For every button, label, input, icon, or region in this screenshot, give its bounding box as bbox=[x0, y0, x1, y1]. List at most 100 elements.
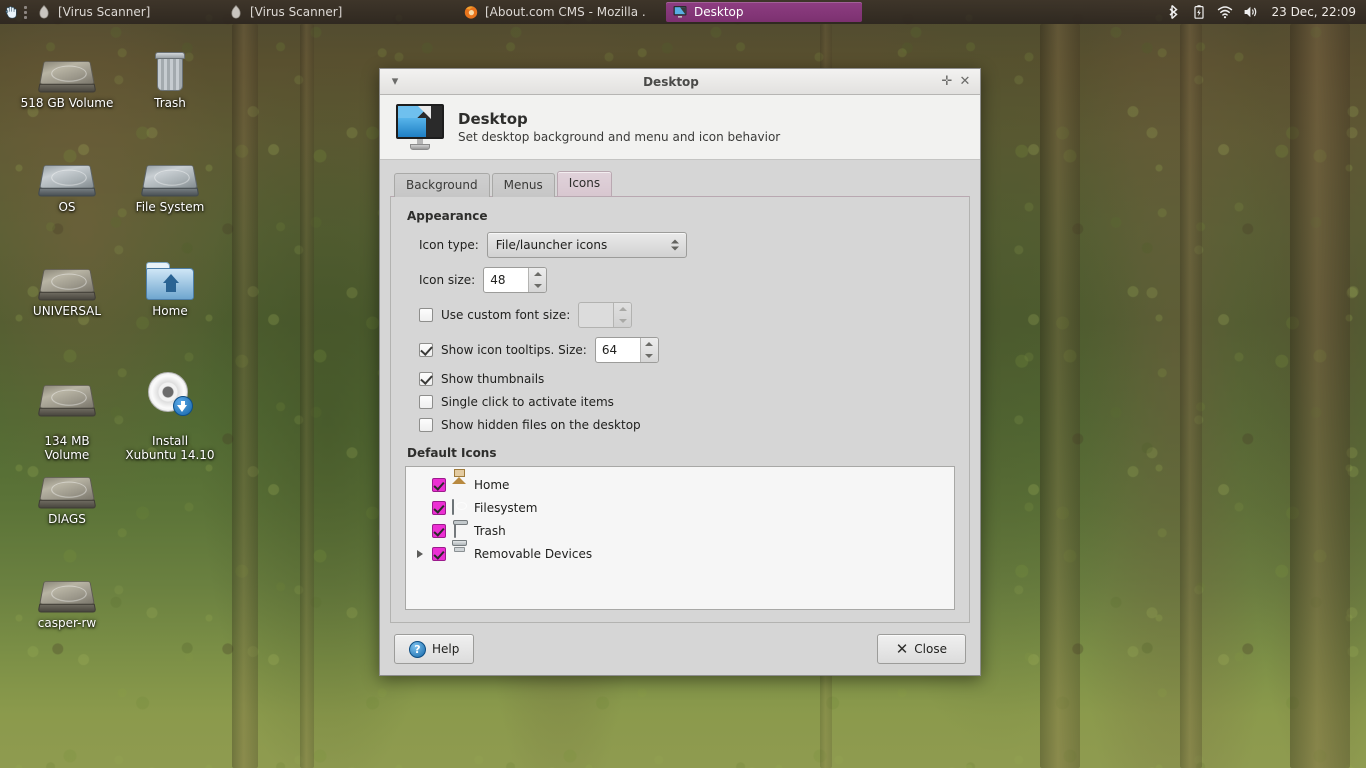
hidden-files-checkbox[interactable] bbox=[419, 418, 433, 432]
default-icons-group-label: Default Icons bbox=[407, 446, 497, 460]
default-icon-checkbox[interactable] bbox=[432, 523, 446, 538]
default-icon-checkbox[interactable] bbox=[432, 477, 446, 492]
virus-scanner-icon bbox=[231, 4, 241, 19]
desktop-icon[interactable]: 518 GB Volume bbox=[19, 42, 115, 110]
hidden-files-row[interactable]: Show hidden files on the desktop bbox=[419, 418, 955, 432]
wifi-icon[interactable] bbox=[1217, 4, 1233, 20]
icon-size-increment[interactable] bbox=[529, 268, 546, 280]
task-label: [Virus Scanner] bbox=[250, 5, 343, 19]
bluetooth-icon[interactable] bbox=[1165, 4, 1181, 20]
list-item[interactable]: Home bbox=[406, 468, 954, 496]
custom-font-size-decrement[interactable] bbox=[614, 315, 631, 327]
list-item[interactable]: Filesystem bbox=[406, 496, 954, 519]
tab-icons[interactable]: Icons bbox=[556, 171, 613, 196]
icon-size-input[interactable] bbox=[484, 268, 529, 292]
dialog-title: Desktop bbox=[643, 74, 699, 89]
thumbnails-label: Show thumbnails bbox=[441, 372, 545, 386]
custom-font-size-stepper[interactable] bbox=[578, 302, 633, 328]
tab-label: Icons bbox=[568, 176, 601, 190]
task-button[interactable]: [Virus Scanner] bbox=[222, 2, 412, 22]
default-icon-checkbox[interactable] bbox=[432, 500, 446, 515]
tooltip-size-input[interactable] bbox=[595, 338, 640, 362]
dialog-titlebar[interactable]: ▾ Desktop ✛ ✕ bbox=[380, 69, 980, 95]
desktop-icon[interactable]: DIAGS bbox=[19, 458, 115, 526]
desktop-icon[interactable]: File System bbox=[122, 146, 218, 214]
tab-bar: Background Menus Icons bbox=[390, 170, 970, 197]
tooltip-size-increment[interactable] bbox=[641, 338, 658, 350]
expand-arrow-icon[interactable] bbox=[414, 550, 426, 558]
desktop-icon[interactable]: Home bbox=[122, 250, 218, 318]
desktop-icon-label: DIAGS bbox=[48, 512, 86, 526]
close-icon[interactable]: ✕ bbox=[956, 73, 974, 91]
tooltips-row: Show icon tooltips. Size: bbox=[419, 337, 955, 363]
desktop-icon[interactable]: Trash bbox=[122, 42, 218, 110]
icon-size-decrement[interactable] bbox=[529, 280, 546, 292]
help-button[interactable]: ? Help bbox=[394, 634, 475, 664]
panel-drag-handle[interactable] bbox=[22, 0, 29, 24]
list-item-label: Removable Devices bbox=[474, 546, 593, 561]
icon-size-row: Icon size: bbox=[419, 267, 955, 293]
help-button-label: Help bbox=[432, 642, 460, 656]
drive-icon bbox=[19, 42, 115, 93]
home-folder-icon bbox=[122, 250, 218, 300]
drive-icon bbox=[19, 146, 115, 197]
x-icon: ✕ bbox=[895, 639, 909, 658]
desktop-icon[interactable]: casper-rw bbox=[19, 562, 115, 630]
volume-icon[interactable] bbox=[1243, 4, 1259, 20]
single-click-checkbox[interactable] bbox=[419, 395, 433, 409]
icon-type-select[interactable]: File/launcher icons bbox=[486, 232, 687, 258]
custom-font-size-input[interactable] bbox=[579, 303, 614, 327]
single-click-label: Single click to activate items bbox=[441, 395, 614, 409]
drive-icon bbox=[19, 366, 115, 417]
task-label: Desktop bbox=[694, 5, 744, 19]
virus-scanner-icon bbox=[39, 4, 49, 19]
tooltips-checkbox[interactable] bbox=[419, 343, 433, 357]
plus-icon[interactable]: ✛ bbox=[938, 73, 956, 91]
trash-icon bbox=[122, 42, 218, 92]
list-item-label: Home bbox=[474, 477, 510, 492]
desktop-icon[interactable]: UNIVERSAL bbox=[19, 250, 115, 318]
removable-device-icon bbox=[452, 539, 468, 562]
desktop-icon-label: casper-rw bbox=[37, 616, 97, 630]
dialog-header: Desktop Set desktop background and menu … bbox=[380, 95, 980, 160]
chevron-down-icon[interactable]: ▾ bbox=[386, 73, 404, 91]
thumbnails-row[interactable]: Show thumbnails bbox=[419, 372, 955, 386]
drive-icon bbox=[19, 250, 115, 301]
task-button[interactable]: [Virus Scanner] bbox=[30, 2, 220, 22]
desktop-icon-label: File System bbox=[135, 200, 205, 214]
taskbar[interactable]: [Virus Scanner] [Virus Scanner] [About.c… bbox=[0, 0, 1366, 24]
custom-font-size-checkbox[interactable] bbox=[419, 308, 433, 322]
clock[interactable]: 23 Dec, 22:09 bbox=[1269, 5, 1356, 19]
task-label: [About.com CMS - Mozilla ... bbox=[485, 5, 647, 19]
desktop-icon[interactable]: OS bbox=[19, 146, 115, 214]
task-button[interactable]: [About.com CMS - Mozilla ... bbox=[457, 2, 647, 22]
tooltip-size-decrement[interactable] bbox=[641, 350, 658, 362]
single-click-row[interactable]: Single click to activate items bbox=[419, 395, 955, 409]
icons-tab-panel: Appearance Icon type: File/launcher icon… bbox=[390, 196, 970, 623]
chevron-updown-icon bbox=[670, 239, 679, 251]
icon-type-value: File/launcher icons bbox=[495, 238, 608, 252]
list-item[interactable]: Trash bbox=[406, 519, 954, 542]
list-item-label: Filesystem bbox=[474, 500, 538, 515]
tab-menus[interactable]: Menus bbox=[491, 173, 555, 197]
tooltips-label: Show icon tooltips. Size: bbox=[441, 343, 587, 357]
icon-type-row: Icon type: File/launcher icons bbox=[419, 232, 955, 258]
tooltip-size-stepper[interactable] bbox=[594, 337, 659, 363]
list-item[interactable]: Removable Devices bbox=[406, 539, 954, 565]
whisker-menu-icon[interactable] bbox=[0, 0, 22, 24]
battery-icon[interactable] bbox=[1191, 4, 1207, 20]
thumbnails-checkbox[interactable] bbox=[419, 372, 433, 386]
desktop-settings-dialog: ▾ Desktop ✛ ✕ Desktop Set desktop backgr… bbox=[379, 68, 981, 676]
hidden-files-label: Show hidden files on the desktop bbox=[441, 418, 641, 432]
custom-font-size-increment[interactable] bbox=[614, 303, 631, 315]
task-button-active[interactable]: Desktop bbox=[666, 2, 862, 22]
default-icons-list[interactable]: Home Filesystem Trash Removable Devices bbox=[405, 466, 955, 610]
close-button-label: Close bbox=[914, 642, 947, 656]
tab-background[interactable]: Background bbox=[394, 173, 490, 197]
desktop-icon-label: Trash bbox=[154, 96, 186, 110]
firefox-icon bbox=[464, 6, 478, 19]
default-icon-checkbox[interactable] bbox=[432, 546, 446, 561]
icon-size-stepper[interactable] bbox=[483, 267, 548, 293]
close-button[interactable]: ✕ Close bbox=[876, 634, 966, 664]
desktop-icon[interactable]: Install Xubuntu 14.10 bbox=[122, 352, 218, 476]
